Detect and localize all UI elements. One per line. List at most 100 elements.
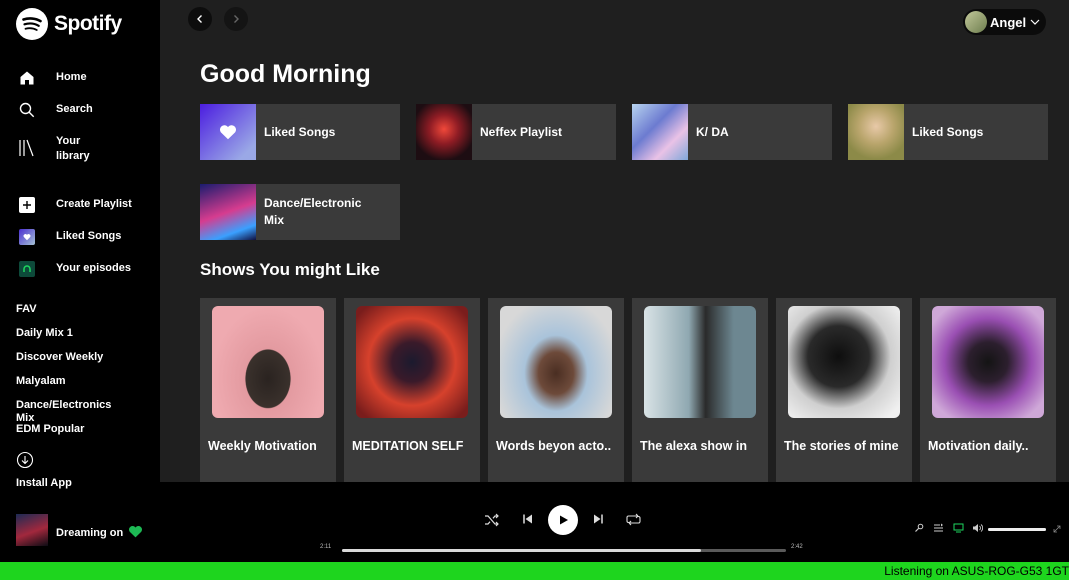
show-card[interactable]: The stories of mine [776,298,912,482]
lyrics-button[interactable] [914,523,924,533]
play-icon [560,515,568,525]
playlist-item[interactable]: Dance/Electronics Mix [16,399,118,425]
quick-pick-title: Neffex Playlist [480,124,563,139]
repeat-icon [626,513,641,526]
home-icon [16,69,38,87]
user-menu[interactable]: Angel [963,9,1046,35]
cover-art [416,104,472,160]
mute-button[interactable] [972,523,983,533]
liked-songs-link[interactable]: Liked Songs [16,228,121,246]
player-bar: Dreaming on 2:11 2:42 [0,505,1069,562]
connect-device-button[interactable] [953,523,964,533]
playlist-item[interactable]: FAV [16,303,126,316]
cover-art [200,184,256,240]
volume-slider[interactable] [988,528,1046,531]
listening-on-bar[interactable]: Listening on ASUS-ROG-G53 1GT [0,562,1069,580]
show-art [356,306,468,418]
spotify-app: Spotify Home Search Your library Create … [0,0,1069,580]
play-button[interactable] [548,505,578,535]
user-name: Angel [990,14,1027,30]
show-card[interactable]: Words beyon acto.. [488,298,624,482]
show-title: Words beyon acto.. [496,439,612,453]
playlist-item[interactable]: Daily Mix 1 [16,327,126,340]
show-title: The alexa show in [640,439,747,453]
quick-pick-card[interactable]: Dance/Electronic Mix [200,184,400,240]
spotify-logo[interactable]: Spotify [16,8,122,40]
create-playlist-button[interactable]: Create Playlist [16,196,132,214]
avatar [965,11,987,33]
quick-pick-card[interactable]: Neffex Playlist [416,104,616,160]
heart-icon [220,125,236,140]
plus-icon [19,197,35,213]
quick-pick-title: Liked Songs [912,124,984,139]
search-icon [16,101,38,119]
queue-button[interactable] [933,523,944,533]
install-app-button[interactable]: Install App [16,451,72,489]
nav-search[interactable]: Search [16,101,93,119]
show-art [644,306,756,418]
volume-fill [988,528,1046,531]
show-title: Weekly Motivation [208,439,317,453]
mic-icon [915,523,924,532]
your-episodes-link[interactable]: Your episodes [16,260,131,278]
liked-songs-art [200,104,256,160]
plus-icon-wrap [16,196,38,214]
nav-library[interactable]: Your library [16,133,96,164]
duration-time: 2:42 [791,544,803,550]
repeat-button[interactable] [626,513,641,526]
shuffle-button[interactable] [484,513,500,527]
show-card[interactable]: MEDITATION SELF [344,298,480,482]
episodes-icon [19,261,35,277]
sidebar: Spotify Home Search Your library Create … [0,0,160,505]
heart-icon [19,229,35,245]
skip-forward-icon [594,514,603,524]
quick-pick-title: Liked Songs [264,124,336,139]
playlist-item[interactable]: Discover Weekly [16,351,126,364]
show-title: MEDITATION SELF [352,439,464,453]
nav-home[interactable]: Home [16,69,87,87]
brand-name: Spotify [54,12,122,35]
cover-art [848,104,904,160]
download-icon [16,451,34,469]
progress-bar[interactable] [342,549,786,552]
show-art [788,306,900,418]
queue-icon [934,523,943,532]
show-card[interactable]: Weekly Motivation [200,298,336,482]
expand-icon [1053,525,1061,533]
fullscreen-button[interactable] [1053,525,1061,533]
chevron-left-icon [197,15,202,23]
playlist-item[interactable]: EDM Popular [16,423,126,436]
now-playing-title[interactable]: Dreaming on [56,527,123,539]
progress-fill [342,549,701,552]
previous-button[interactable] [522,513,534,525]
your-episodes-label: Your episodes [56,262,131,274]
quick-pick-card[interactable]: Liked Songs [200,104,400,160]
heart-icon-wrap [16,228,38,246]
quick-pick-card[interactable]: Liked Songs [848,104,1048,160]
playlist-item[interactable]: Malyalam [16,375,126,388]
show-card[interactable]: Motivation daily.. [920,298,1056,482]
forward-button[interactable] [224,7,248,31]
episodes-icon-wrap [16,260,38,278]
install-app-label: Install App [16,477,72,489]
like-heart-icon[interactable] [128,525,143,538]
show-card[interactable]: The alexa show in [632,298,768,482]
elapsed-time: 2:11 [320,544,332,550]
quick-pick-card[interactable]: K/ DA [632,104,832,160]
create-playlist-label: Create Playlist [56,198,132,210]
shows-heading: Shows You might Like [200,260,380,279]
nav-library-label: Your library [56,135,90,162]
next-button[interactable] [592,513,604,525]
chevron-down-icon [1030,19,1040,25]
volume-icon [973,524,983,532]
show-title: Motivation daily.. [928,439,1029,453]
skip-back-icon [523,514,532,524]
liked-songs-label: Liked Songs [56,230,122,242]
show-art [212,306,324,418]
show-art [932,306,1044,418]
quick-pick-title: Dance/Electronic Mix [264,196,362,227]
back-button[interactable] [188,7,212,31]
spotify-logo-icon [16,8,48,40]
now-playing-art[interactable] [16,514,48,546]
greeting-heading: Good Morning [200,60,371,88]
